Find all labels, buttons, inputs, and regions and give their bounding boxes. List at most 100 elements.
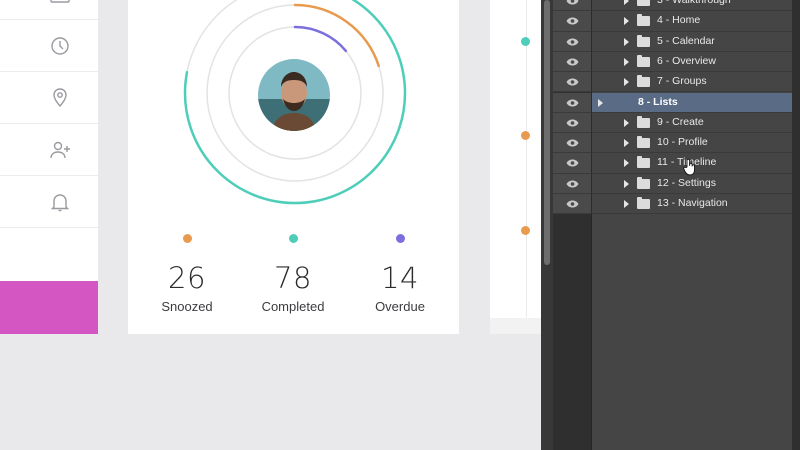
visibility-toggle[interactable] bbox=[553, 72, 592, 93]
layer-row[interactable]: 9 - Create bbox=[553, 112, 792, 134]
expand-arrow-icon[interactable] bbox=[624, 57, 629, 66]
folder-icon bbox=[637, 197, 650, 209]
visibility-toggle[interactable] bbox=[553, 0, 592, 12]
expand-arrow-icon[interactable] bbox=[624, 159, 629, 168]
eye-icon bbox=[566, 159, 579, 167]
folder-icon bbox=[637, 115, 650, 128]
eye-icon bbox=[566, 17, 579, 25]
folder-icon bbox=[637, 0, 650, 6]
visibility-toggle[interactable] bbox=[553, 92, 592, 113]
bell-icon bbox=[50, 194, 70, 212]
expand-arrow-icon[interactable] bbox=[598, 98, 603, 107]
expand-arrow-icon[interactable] bbox=[624, 37, 629, 46]
folder-icon bbox=[637, 156, 650, 169]
folder-icon bbox=[637, 136, 650, 149]
snoozed-dot bbox=[182, 234, 192, 243]
folder-icon bbox=[637, 54, 650, 67]
snoozed-label: Snoozed bbox=[161, 299, 213, 314]
snoozed-count: 26 bbox=[168, 261, 206, 295]
layer-name: 3 - Walkthrough bbox=[657, 0, 731, 6]
completed-count: 78 bbox=[274, 261, 312, 295]
stats-card: 26 Snoozed 78 Completed 14 Overdue bbox=[128, 0, 459, 334]
folder-icon bbox=[637, 176, 650, 189]
menu-icon bbox=[50, 0, 70, 3]
canvas-scrollbar[interactable] bbox=[541, 0, 553, 450]
layer-name: 7 - Groups bbox=[657, 75, 707, 88]
timeline-card bbox=[490, 0, 541, 318]
visibility-toggle[interactable] bbox=[553, 11, 592, 32]
completed-dot bbox=[288, 234, 298, 243]
layer-row[interactable]: 10 - Profile bbox=[553, 133, 792, 154]
layer-row[interactable]: 13 - Navigation bbox=[553, 194, 792, 215]
layer-name: 10 - Profile bbox=[657, 136, 708, 149]
timeline-dot bbox=[521, 226, 530, 235]
visibility-toggle[interactable] bbox=[553, 51, 592, 73]
scrollbar-thumb[interactable] bbox=[544, 0, 550, 265]
eye-icon bbox=[566, 180, 579, 188]
stat-completed: 78 Completed bbox=[243, 234, 343, 314]
timeline-card-footer bbox=[490, 318, 541, 334]
overdue-count: 14 bbox=[381, 261, 419, 295]
layer-name: 9 - Create bbox=[657, 115, 704, 128]
folder-icon bbox=[637, 75, 650, 88]
layer-row[interactable]: 3 - Walkthrough bbox=[553, 0, 792, 12]
menu-row-location[interactable] bbox=[0, 72, 98, 124]
expand-arrow-icon[interactable] bbox=[624, 0, 629, 5]
layer-row[interactable]: 6 - Overview bbox=[553, 51, 792, 73]
stat-snoozed: 26 Snoozed bbox=[137, 234, 237, 314]
layer-name: 6 - Overview bbox=[657, 54, 716, 67]
highlight-bar[interactable] bbox=[0, 281, 98, 334]
eye-icon bbox=[566, 58, 579, 66]
layer-row[interactable]: 8 - Lists bbox=[553, 92, 792, 113]
timeline-dot bbox=[521, 37, 530, 46]
layer-row[interactable]: 4 - Home bbox=[553, 11, 792, 32]
timeline-dot bbox=[521, 131, 530, 140]
visibility-toggle[interactable] bbox=[553, 194, 592, 215]
overdue-dot bbox=[395, 234, 405, 243]
expand-arrow-icon[interactable] bbox=[624, 118, 629, 127]
expand-arrow-icon[interactable] bbox=[624, 200, 629, 208]
layer-name: 13 - Navigation bbox=[657, 197, 728, 209]
menu-row[interactable] bbox=[0, 0, 98, 20]
clock-icon bbox=[51, 37, 69, 55]
layer-row[interactable]: 7 - Groups bbox=[553, 72, 792, 93]
eye-icon bbox=[566, 139, 579, 147]
eye-icon bbox=[566, 99, 579, 106]
folder-icon bbox=[637, 14, 650, 27]
stat-overdue: 14 Overdue bbox=[350, 234, 450, 314]
layer-row[interactable]: 5 - Calendar bbox=[553, 31, 792, 52]
overdue-label: Overdue bbox=[375, 299, 425, 314]
visibility-toggle[interactable] bbox=[553, 153, 592, 174]
menu-row-notifications[interactable] bbox=[0, 176, 98, 228]
layers-panel-edge bbox=[792, 0, 800, 450]
layer-row[interactable]: 12 - Settings bbox=[553, 173, 792, 194]
layer-name: 12 - Settings bbox=[657, 176, 716, 189]
menu-row-add-user[interactable] bbox=[0, 124, 98, 176]
visibility-toggle[interactable] bbox=[553, 31, 592, 52]
avatar-photo bbox=[258, 59, 330, 131]
eye-icon bbox=[566, 78, 579, 86]
eye-icon bbox=[566, 200, 579, 208]
folder-icon bbox=[637, 34, 650, 47]
layer-name: 5 - Calendar bbox=[657, 34, 715, 47]
avatar[interactable] bbox=[258, 59, 330, 131]
location-pin-icon bbox=[53, 88, 67, 108]
design-canvas[interactable]: 26 Snoozed 78 Completed 14 Overdue bbox=[0, 0, 541, 450]
eye-icon bbox=[566, 38, 579, 46]
eye-icon bbox=[566, 119, 579, 127]
hand-cursor-icon bbox=[683, 158, 695, 176]
completed-label: Completed bbox=[261, 299, 325, 314]
visibility-toggle[interactable] bbox=[553, 173, 592, 194]
layer-name: 8 - Lists bbox=[638, 95, 678, 108]
layers-panel: 3 - Walkthrough 4 - Home 5 - Calendar 6 - O… bbox=[553, 0, 800, 450]
expand-arrow-icon[interactable] bbox=[624, 78, 629, 87]
timeline-line bbox=[526, 0, 527, 318]
layer-name: 4 - Home bbox=[657, 14, 701, 27]
expand-arrow-icon[interactable] bbox=[624, 139, 629, 148]
expand-arrow-icon[interactable] bbox=[624, 17, 629, 26]
expand-arrow-icon[interactable] bbox=[624, 179, 629, 188]
visibility-toggle[interactable] bbox=[553, 133, 592, 154]
visibility-toggle[interactable] bbox=[553, 112, 592, 134]
menu-row-clock[interactable] bbox=[0, 20, 98, 72]
add-user-icon bbox=[50, 141, 70, 159]
